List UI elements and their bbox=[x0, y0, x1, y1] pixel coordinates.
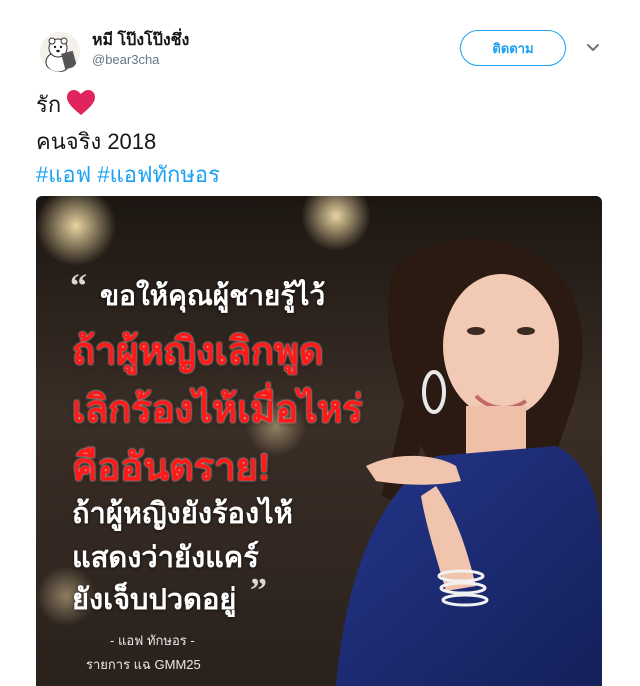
quote-line-highlight: คืออันตราย! bbox=[72, 447, 271, 489]
quote-line: ขอให้คุณผู้ชายรู้ไว้ bbox=[100, 280, 326, 311]
quote-close-mark: ” bbox=[250, 572, 267, 609]
quote-line-highlight: เลิกร้องไห้เมื่อไหร่ bbox=[72, 389, 363, 431]
polar-bear-avatar-icon[interactable] bbox=[40, 32, 80, 72]
red-heart-icon bbox=[67, 90, 96, 125]
tweet-header: หมี โป๊งโป๊งชึ่ง @bear3cha ติดตาม bbox=[40, 24, 610, 80]
user-handle[interactable]: @bear3cha bbox=[92, 52, 159, 67]
hashtag-link[interactable]: #แอฟ bbox=[36, 162, 91, 187]
quote-line: แสดงว่ายังแคร์ bbox=[72, 542, 259, 574]
tweet-media-image[interactable]: “ ขอให้คุณผู้ชายรู้ไว้ ถ้าผู้หญิงเลิกพูด… bbox=[36, 196, 602, 686]
chevron-down-icon[interactable] bbox=[584, 38, 602, 56]
tweet-line-1-text: รัก bbox=[36, 92, 62, 117]
quote-credit-show: รายการ แฉ GMM25 bbox=[86, 657, 201, 672]
quote-line: ยังเจ็บปวดอยู่ bbox=[72, 584, 237, 616]
tweet-card: หมี โป๊งโป๊งชึ่ง @bear3cha ติดตาม รัก คน… bbox=[0, 0, 640, 686]
follow-button[interactable]: ติดตาม bbox=[460, 30, 566, 66]
hashtag-line: #แอฟ #แอฟทักษอร bbox=[36, 158, 596, 191]
tweet-line-1: รัก bbox=[36, 88, 596, 125]
quote-line-highlight: ถ้าผู้หญิงเลิกพูด bbox=[72, 331, 324, 373]
quote-open-mark: “ bbox=[70, 268, 87, 305]
tweet-line-2: คนจริง 2018 bbox=[36, 129, 157, 154]
tweet-text: รัก คนจริง 2018 #แอฟ #แอฟทักษอร bbox=[36, 88, 596, 191]
display-name[interactable]: หมี โป๊งโป๊งชึ่ง bbox=[92, 28, 189, 53]
quote-line: ถ้าผู้หญิงยังร้องไห้ bbox=[72, 498, 293, 530]
hashtag-link[interactable]: #แอฟทักษอร bbox=[97, 162, 220, 187]
quote-credit-name: - แอฟ ทักษอร - bbox=[110, 633, 195, 648]
